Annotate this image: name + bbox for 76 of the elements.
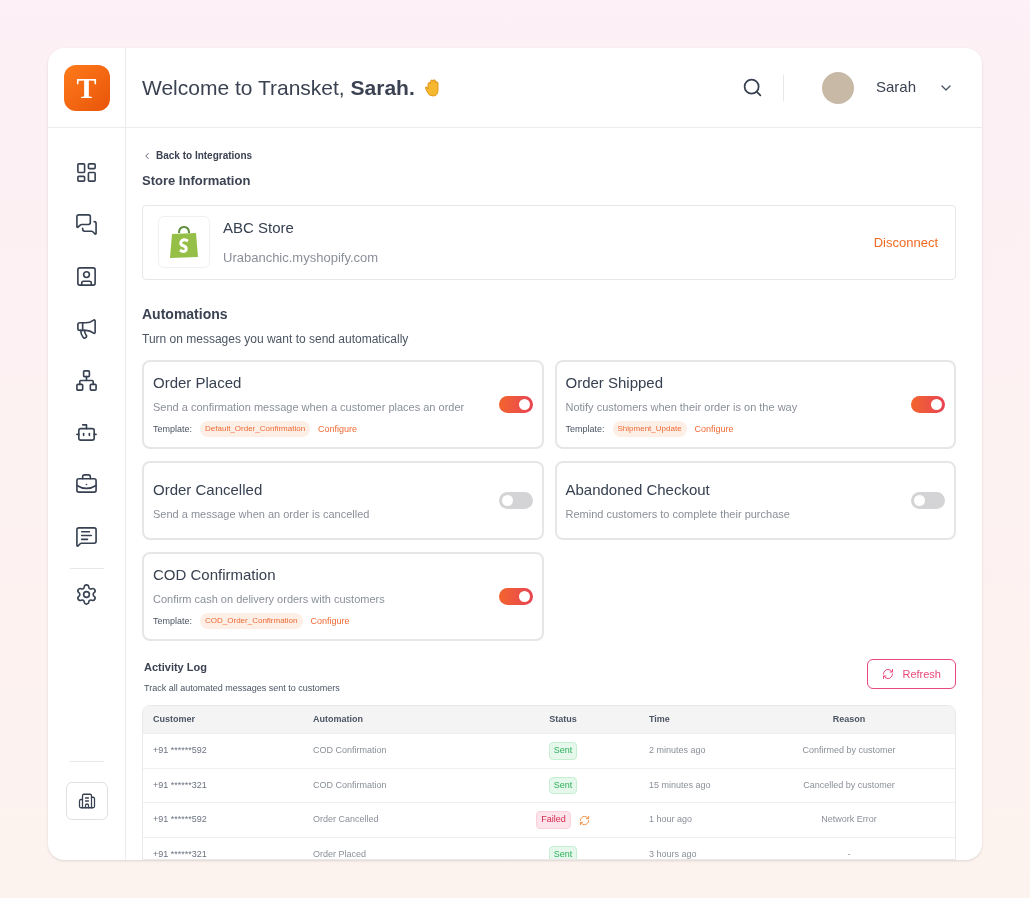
table-cell-text: 1 hour ago [648, 813, 694, 827]
table-cell-text: COD Confirmation [313, 744, 388, 758]
table-cell-text: +91 ******592 [153, 813, 208, 827]
store-domain: Urabanchic.myshopify.com [223, 248, 379, 267]
table-cell-text: +91 ******321 [153, 847, 208, 859]
table-cell-text: Confirmed by customer [801, 744, 897, 758]
section-title: Store Information [142, 172, 252, 190]
toggle-switch[interactable] [911, 492, 945, 510]
chat-bubbles-icon[interactable] [75, 212, 98, 236]
section-subtitle: Turn on messages you want to send automatically [142, 331, 410, 349]
column-header: Automation [313, 713, 364, 727]
configure-link[interactable]: Configure [694, 422, 734, 437]
hierarchy-icon[interactable] [75, 368, 98, 392]
table-cell-text: 2 minutes ago [648, 744, 707, 758]
section-title: Activity Log [144, 660, 208, 676]
disconnect-link[interactable]: Disconnect [873, 232, 938, 253]
section-subtitle: Track all automated messages sent to customers [144, 681, 340, 695]
column-header: Reason [831, 713, 867, 727]
building-button[interactable] [65, 782, 108, 820]
shopping-bag-icon [169, 225, 199, 260]
table-cell-text: Order Cancelled [313, 813, 380, 827]
welcome-title: Welcome to Transket, Sarah. [142, 74, 415, 101]
configure-link[interactable]: Configure [310, 614, 350, 629]
automation-description: Notify customers when their order is on the way [565, 399, 799, 415]
automation-title: Order Cancelled [153, 480, 264, 501]
dashboard-icon[interactable] [75, 160, 98, 184]
table-cell-text: COD Confirmation [313, 778, 388, 792]
search-icon[interactable] [741, 77, 763, 98]
toggle-switch[interactable] [498, 396, 533, 414]
table-cell-text: - [846, 847, 852, 859]
table-cell-text: +91 ******321 [153, 778, 208, 792]
back-link[interactable]: Back to Integrations [142, 148, 956, 163]
automation-description: Send a confirmation message when a customer places an order [153, 399, 466, 415]
avatar [821, 71, 854, 104]
automation-title: Order Shipped [565, 373, 665, 394]
column-header: Status [548, 713, 578, 727]
template-tag: Shipment_Update [612, 421, 687, 438]
status-badge: Sent [548, 845, 578, 859]
status-badge: Sent [548, 742, 578, 760]
automation-description: Remind customers to complete their purchase [565, 506, 791, 522]
table-cell-text: 15 minutes ago [648, 778, 712, 792]
table-cell-text: Network Error [820, 813, 878, 827]
building-icon [77, 792, 96, 810]
automation-description: Send a message when an order is cancelled [153, 506, 371, 522]
table-cell-text: +91 ******592 [153, 744, 208, 758]
user-name[interactable]: Sarah [875, 76, 916, 99]
table-cell-text: Order Placed [313, 847, 368, 859]
automation-title: Order Placed [153, 373, 243, 394]
status-badge: Failed [536, 811, 571, 829]
configure-link[interactable]: Configure [318, 422, 358, 437]
toggle-switch[interactable] [498, 492, 533, 510]
megaphone-icon[interactable] [75, 316, 98, 340]
toggle-switch[interactable] [498, 588, 533, 606]
section-title: Automations [142, 305, 229, 325]
automation-description: Confirm cash on delivery orders with customers [153, 591, 386, 607]
column-header: Customer [153, 713, 196, 727]
app-logo: T [63, 64, 110, 111]
template-label: Template: [153, 614, 193, 628]
status-badge: Sent [548, 776, 578, 795]
automation-title: Abandoned Checkout [565, 480, 711, 501]
chevron-left-icon [142, 150, 152, 161]
settings-icon[interactable] [75, 583, 98, 606]
refresh-icon [882, 668, 895, 681]
table-cell-text: Cancelled by customer [802, 778, 896, 792]
column-header: Time [648, 713, 671, 727]
template-tag: COD_Order_Confirmation [200, 613, 303, 630]
automation-title: COD Confirmation [153, 565, 277, 586]
toggle-switch[interactable] [911, 396, 945, 414]
template-tag: Default_Order_Confirmation [200, 421, 311, 438]
contact-card-icon[interactable] [75, 264, 98, 288]
template-label: Template: [565, 422, 605, 436]
store-name: ABC Store [223, 218, 295, 239]
refresh-button[interactable]: Refresh [867, 659, 956, 690]
briefcase-icon[interactable] [75, 472, 98, 496]
template-label: Template: [153, 422, 193, 436]
table-cell-text: 3 hours ago [648, 847, 698, 859]
